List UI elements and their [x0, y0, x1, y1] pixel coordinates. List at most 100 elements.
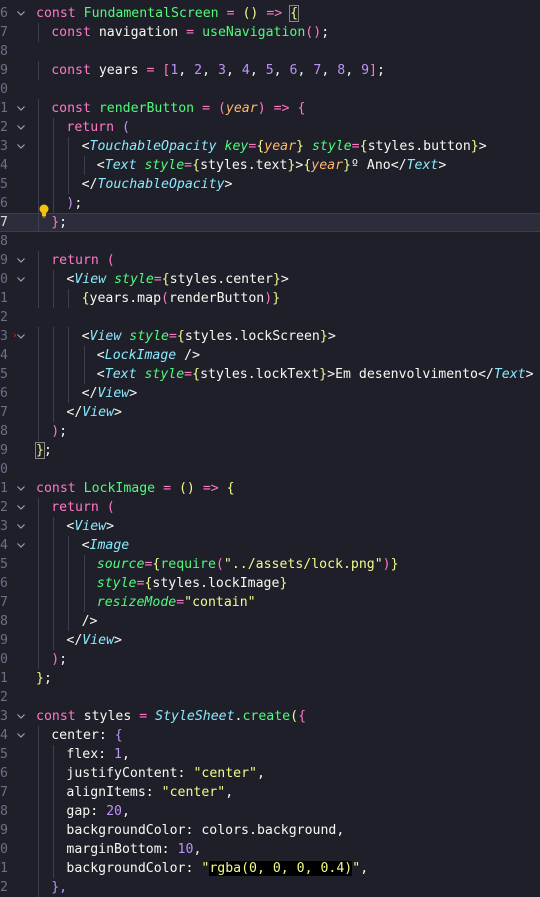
- indent-guide: [38, 175, 39, 194]
- indent-guide: [38, 289, 39, 308]
- code-token: }: [279, 576, 288, 591]
- code-line[interactable]: 2 return (: [0, 498, 540, 517]
- indent-guide: [38, 517, 39, 536]
- code-token: >: [114, 405, 122, 420]
- code-line[interactable]: 3 <View style={styles.lockScreen}>: [0, 327, 540, 346]
- code-line[interactable]: 6 </View>: [0, 384, 540, 403]
- code-line[interactable]: 7 resizeMode="contain": [0, 593, 540, 612]
- code-token: <: [96, 367, 105, 382]
- code-token: (: [217, 101, 226, 116]
- code-token: ;: [43, 671, 52, 686]
- code-line[interactable]: 0: [0, 80, 540, 99]
- code-token: (: [215, 557, 224, 572]
- code-line[interactable]: 5 flex: 1,: [0, 745, 540, 764]
- code-text: source={require("../assets/lock.png")}: [97, 555, 399, 574]
- indent-guide: [38, 783, 39, 802]
- code-line[interactable]: 1 backgroundColor: "rgba(0, 0, 0, 0.4)",: [0, 859, 540, 878]
- indent-guide: [53, 175, 55, 194]
- code-line[interactable]: 5 source={require("../assets/lock.png")}: [0, 555, 540, 574]
- code-line[interactable]: 7 alignItems: "center",: [0, 783, 540, 802]
- code-token: <: [81, 538, 90, 553]
- code-text: backgroundColor: colors.background,: [66, 821, 344, 840]
- code-line[interactable]: 2: [0, 688, 540, 707]
- code-token: LockImage: [104, 348, 177, 363]
- code-line[interactable]: 4 center: {: [0, 726, 540, 745]
- code-token: const: [51, 25, 99, 40]
- code-line[interactable]: 4 <Image: [0, 536, 540, 555]
- indent-guide: [68, 327, 70, 346]
- indent-guide: [68, 175, 70, 194]
- code-line[interactable]: 9 </View>: [0, 631, 540, 650]
- line-number: 1: [0, 481, 8, 496]
- code-line[interactable]: 5 </TouchableOpacity>: [0, 175, 540, 194]
- code-line[interactable]: 3 <TouchableOpacity key={year} style={sty…: [0, 137, 540, 156]
- code-line[interactable]: 6);: [0, 194, 540, 213]
- code-token: const: [36, 709, 84, 724]
- code-line[interactable]: 9 backgroundColor: colors.background,: [0, 821, 540, 840]
- line-number: 7: [0, 215, 8, 230]
- indent-guide: [38, 99, 39, 118]
- code-line[interactable]: 3 const styles = StyleSheet.create({: [0, 707, 540, 726]
- code-editor[interactable]: 6 const FundamentalScreen = () => {7 const…: [0, 0, 540, 897]
- code-line[interactable]: 9};: [0, 441, 540, 460]
- code-token: (: [106, 500, 115, 515]
- line-number: 8: [0, 804, 8, 819]
- code-token: ;: [321, 25, 330, 40]
- indent-guide: [38, 61, 39, 80]
- code-token: />: [81, 614, 98, 629]
- code-line[interactable]: 0 marginBottom: 10,: [0, 840, 540, 859]
- code-line[interactable]: 3 <View>: [0, 517, 540, 536]
- code-line[interactable]: 2},: [0, 878, 540, 897]
- code-line[interactable]: 6 style={styles.lockImage}: [0, 574, 540, 593]
- code-line[interactable]: 2: [0, 308, 540, 327]
- indent-guide: [53, 536, 55, 555]
- code-line[interactable]: 9 return (: [0, 251, 540, 270]
- code-text: const years = [1, 2, 3, 4, 5, 6, 7, 8, 9…: [51, 61, 385, 80]
- code-token: {: [289, 5, 300, 22]
- code-line[interactable]: 6 const FundamentalScreen = () => {: [0, 4, 540, 23]
- code-line[interactable]: 1 const LockImage = () => {: [0, 479, 540, 498]
- code-token: styles: [83, 709, 140, 724]
- code-line[interactable]: 8: [0, 42, 540, 61]
- lightbulb-icon[interactable]: [38, 204, 50, 218]
- code-token: </: [66, 633, 83, 648]
- indent-guide: [38, 365, 39, 384]
- code-line[interactable]: 9 const years = [1, 2, 3, 4, 5, 6, 7, 8, …: [0, 61, 540, 80]
- code-token: style: [96, 576, 137, 591]
- code-token: renderButton: [98, 101, 195, 116]
- code-token: years: [98, 63, 147, 78]
- code-token: "contain": [184, 595, 256, 610]
- code-line[interactable]: 7 const navigation = useNavigation();: [0, 23, 540, 42]
- indent-guide: [68, 137, 70, 156]
- code-line[interactable]: 0);: [0, 650, 540, 669]
- code-line[interactable]: 2 return (: [0, 118, 540, 137]
- code-line[interactable]: 1 const renderButton = (year) => {: [0, 99, 540, 118]
- code-line[interactable]: 7};: [0, 213, 540, 232]
- code-line[interactable]: 0 <View style={styles.center}>: [0, 270, 540, 289]
- code-line[interactable]: 5 <Text style={styles.lockText}>Em desenv…: [0, 365, 540, 384]
- code-line[interactable]: 7 </View>: [0, 403, 540, 422]
- code-token: navigation: [98, 25, 187, 40]
- code-line[interactable]: 1 {years.map(renderButton)}: [0, 289, 540, 308]
- code-line[interactable]: 8);: [0, 422, 540, 441]
- code-text: resizeMode="contain": [97, 593, 256, 612]
- code-line[interactable]: 0: [0, 460, 540, 479]
- indent-guide: [83, 365, 85, 384]
- code-token: LockImage: [83, 481, 156, 496]
- code-line[interactable]: 4 <LockImage />: [0, 346, 540, 365]
- indent-guide: [38, 403, 39, 422]
- code-token: =>: [202, 481, 219, 496]
- code-text: return (: [51, 498, 115, 517]
- code-line[interactable]: 1};: [0, 669, 540, 688]
- code-line[interactable]: 8 gap: 20,: [0, 802, 540, 821]
- code-line[interactable]: 4 <Text style={styles.text}>{year}º Ano</…: [0, 156, 540, 175]
- code-line[interactable]: 6 justifyContent: "center",: [0, 764, 540, 783]
- code-token: ,: [249, 63, 266, 78]
- code-line[interactable]: 8: [0, 232, 540, 251]
- code-line[interactable]: 8 />: [0, 612, 540, 631]
- code-token: }: [319, 329, 328, 344]
- indent-guide: [68, 593, 70, 612]
- line-number: 3: [0, 709, 8, 724]
- line-number: 5: [0, 557, 8, 572]
